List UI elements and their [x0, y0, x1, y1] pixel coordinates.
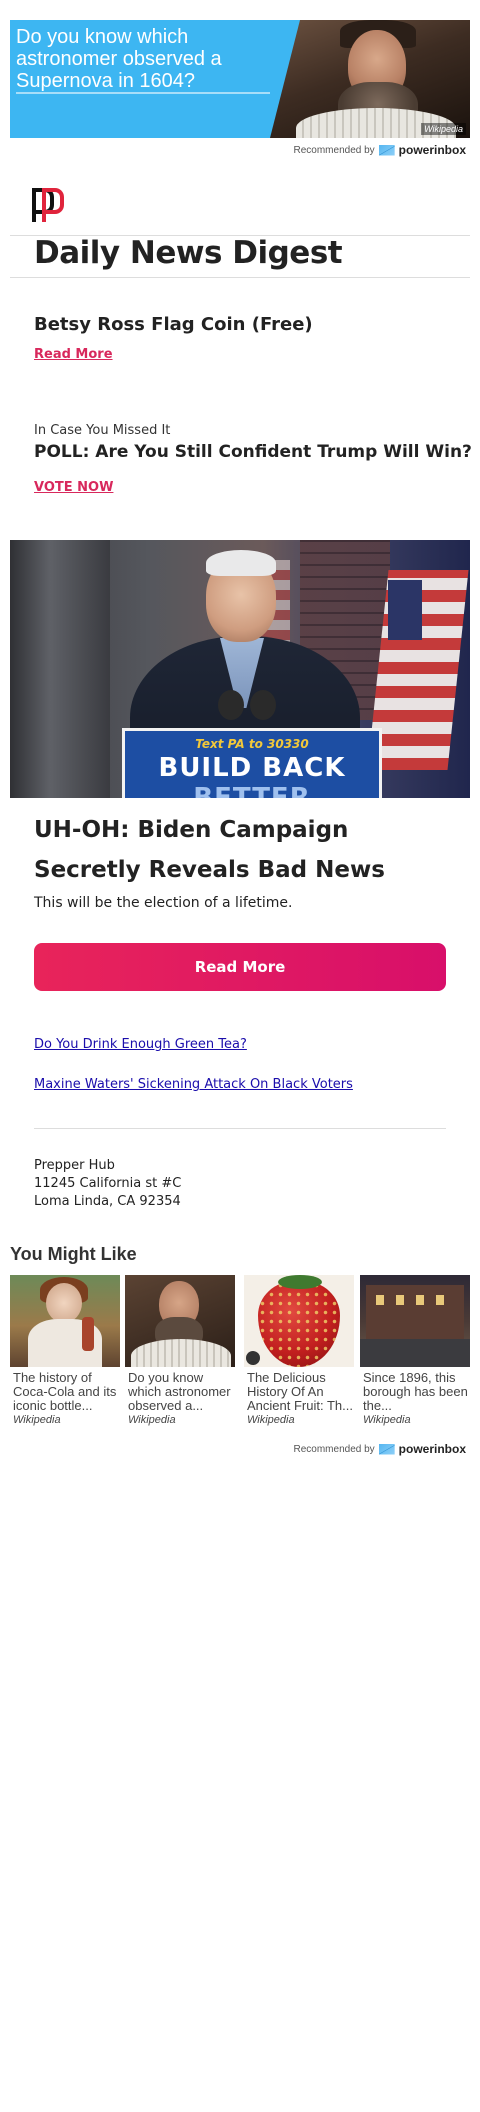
story-headline-poll[interactable]: POLL: Are You Still Confident Trump Will… — [34, 442, 472, 462]
thumb-window — [396, 1295, 404, 1305]
address-name: Prepper Hub — [34, 1158, 115, 1173]
main-story-subtext: This will be the election of a lifetime. — [34, 895, 293, 911]
recommendation-card[interactable]: Do you know which astronomer observed a.… — [125, 1275, 235, 1426]
read-more-button[interactable]: Read More — [34, 943, 446, 991]
address-city: Loma Linda, CA 92354 — [34, 1194, 181, 1209]
microphone-icon — [218, 690, 244, 720]
ad-divider — [16, 92, 270, 94]
read-more-link[interactable]: Read More — [34, 347, 113, 362]
card-source: Wikipedia — [128, 1414, 176, 1426]
top-ad-banner[interactable]: Do you know which astronomer observed a … — [10, 20, 470, 138]
recommended-by-top[interactable]: Recommended by powerinbox — [294, 141, 467, 159]
recommendation-card[interactable]: The Delicious History Of An Ancient Frui… — [244, 1275, 354, 1426]
card-source: Wikipedia — [363, 1414, 411, 1426]
ad-source-tag: Wikipedia — [421, 123, 466, 135]
thumb-window — [376, 1295, 384, 1305]
powerinbox-logo-icon — [378, 1443, 395, 1455]
card-thumbnail-astronomer[interactable] — [125, 1275, 235, 1367]
thumb-window — [436, 1295, 444, 1305]
you-might-like-title: You Might Like — [10, 1244, 137, 1264]
hero-campaign-sign: Text PA to 30330 BUILD BACK BETTER — [122, 728, 382, 798]
card-caption[interactable]: The Delicious History Of An Ancient Frui… — [244, 1371, 354, 1413]
recommended-label: Recommended by — [293, 1443, 375, 1455]
ad-image-astronomer-portrait[interactable] — [270, 20, 470, 138]
thumb-seeds — [258, 1281, 340, 1367]
header-divider-bottom — [10, 277, 470, 278]
logo-letter-red — [42, 188, 66, 222]
sign-text-main: BUILD BACK — [158, 753, 346, 783]
thumb-window — [416, 1295, 424, 1305]
card-thumbnail-borough[interactable] — [360, 1275, 470, 1367]
brand-logo-icon[interactable] — [32, 188, 66, 222]
recommended-label: Recommended by — [293, 144, 375, 156]
kicker-label: In Case You Missed It — [34, 423, 171, 438]
recommendation-card[interactable]: Since 1896, this borough has been the...… — [360, 1275, 470, 1426]
thumb-bottle — [82, 1317, 94, 1351]
recommendation-card[interactable]: The history of Coca-Cola and its iconic … — [10, 1275, 120, 1426]
story-headline-coin[interactable]: Betsy Ross Flag Coin (Free) — [34, 314, 313, 335]
ad-headline[interactable]: Do you know which astronomer observed a … — [16, 26, 256, 92]
hero-speaker-hair — [206, 550, 276, 576]
card-caption[interactable]: Do you know which astronomer observed a.… — [125, 1371, 235, 1413]
powerinbox-brand: powerinbox — [398, 1442, 466, 1456]
hero-flag-canton — [388, 580, 422, 640]
thumb-building — [366, 1285, 464, 1339]
microphone-icon — [250, 690, 276, 720]
main-story-headline[interactable]: UH-OH: Biden Campaign Secretly Reveals B… — [34, 810, 454, 890]
sign-text-top: Text PA to 30330 — [195, 737, 309, 751]
recommended-by-bottom[interactable]: Recommended by powerinbox — [294, 1440, 467, 1458]
powerinbox-logo-icon — [378, 144, 395, 156]
thumb-stamp — [246, 1351, 260, 1365]
card-caption[interactable]: The history of Coca-Cola and its iconic … — [10, 1371, 120, 1413]
powerinbox-brand: powerinbox — [398, 143, 466, 157]
card-source: Wikipedia — [247, 1414, 295, 1426]
link-green-tea[interactable]: Do You Drink Enough Green Tea? — [34, 1037, 247, 1052]
sign-text-sub: BETTER — [193, 783, 311, 798]
footer-divider — [34, 1128, 446, 1129]
card-caption[interactable]: Since 1896, this borough has been the... — [360, 1371, 470, 1413]
card-source: Wikipedia — [13, 1414, 61, 1426]
card-thumbnail-coca-cola[interactable] — [10, 1275, 120, 1367]
hero-wall — [10, 540, 110, 798]
newsletter-title: Daily News Digest — [34, 235, 343, 271]
link-maxine-waters[interactable]: Maxine Waters' Sickening Attack On Black… — [34, 1077, 353, 1092]
card-thumbnail-strawberry[interactable] — [244, 1275, 354, 1367]
thumb-street — [360, 1339, 470, 1367]
address-street: 11245 California st #C — [34, 1176, 182, 1191]
thumb-leaf — [278, 1275, 322, 1289]
sender-address: Prepper Hub 11245 California st #C Loma … — [34, 1157, 181, 1211]
thumb-face — [46, 1283, 82, 1323]
thumb-collar — [131, 1339, 231, 1367]
vote-now-link[interactable]: VOTE NOW — [34, 480, 113, 495]
hero-image-rally[interactable]: Text PA to 30330 BUILD BACK BETTER — [10, 540, 470, 798]
